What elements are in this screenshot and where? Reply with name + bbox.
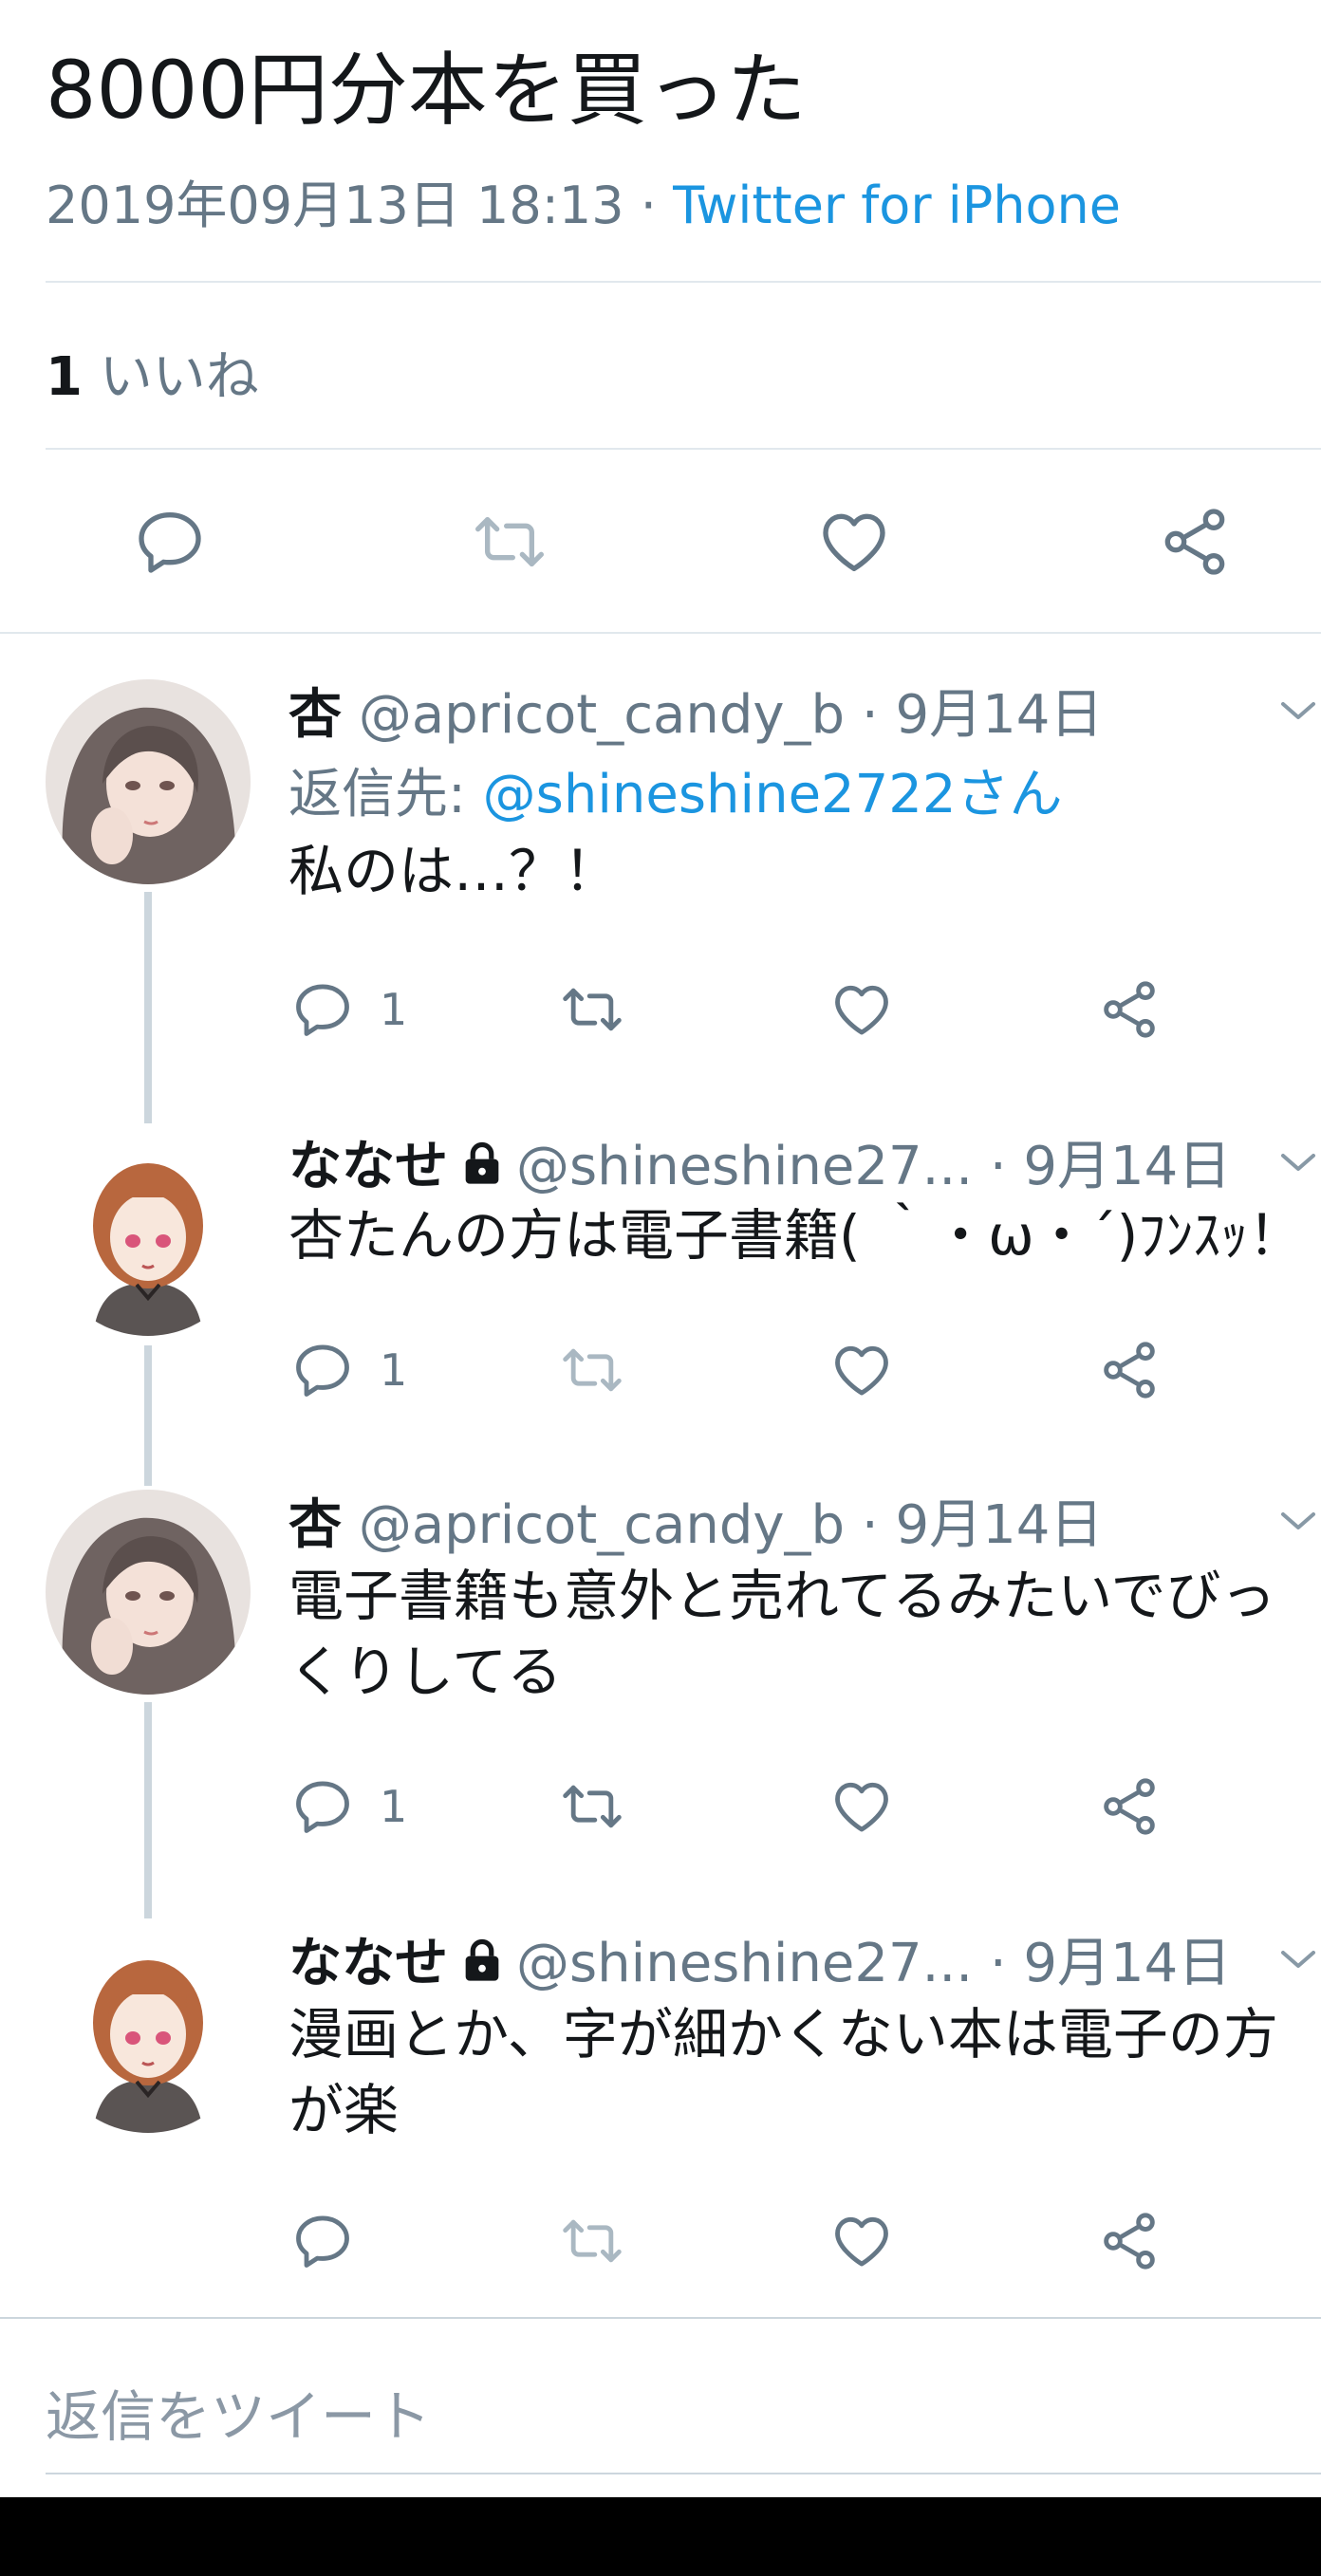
like-icon [835,2216,888,2267]
reply-date: · 9月14日 [845,684,1104,746]
like-icon [835,985,888,1035]
avatar-image [46,1928,251,2133]
reply-author-handle[interactable]: @shineshine27... [516,1933,973,1994]
tweet-timestamp: 2019年09月13日 18:13 [46,176,624,235]
like-button[interactable] [829,1769,894,1844]
chevron-down-icon[interactable] [1277,1507,1319,1535]
chevron-down-icon[interactable] [1277,1945,1319,1974]
lock-icon [457,1139,507,1201]
reply-header: ななせ @shineshine27... · 9月14日 [288,1920,1231,1998]
reply-count: 1 [380,984,408,1035]
retweet-button[interactable] [560,972,624,1047]
reply-author-name[interactable]: ななせ [288,1136,448,1197]
reply-header: 杏 @apricot_candy_b · 9月14日 [288,1482,1103,1559]
retweet-icon [563,1785,622,1828]
like-button[interactable] [829,1332,894,1408]
avatar[interactable] [46,1928,251,2133]
reply-author-name[interactable]: 杏 [288,684,342,746]
avatar-image [46,1131,251,1336]
reply-icon [296,1781,349,1833]
reply-text: 電子書籍も意外と売れてるみたいでびっくりしてる [288,1564,1276,1704]
avatar-image [46,1490,251,1695]
reply-date: · 9月14日 [973,1933,1232,1994]
like-icon [835,1782,888,1832]
chevron-down-icon[interactable] [1277,696,1319,725]
retweet-button[interactable] [560,1332,624,1408]
thread-line [144,892,152,1123]
chevron-down-icon[interactable] [1277,1148,1319,1177]
like-button[interactable] [829,972,894,1047]
avatar-image [46,679,251,884]
reply-text: 漫画とか、字が細かくない本は電子の方が楽 [288,2002,1278,2142]
divider [46,2473,1321,2474]
reply-icon [296,2215,349,2268]
retweet-icon [475,517,544,566]
reply-date: · 9月14日 [845,1494,1104,1556]
divider [0,2317,1321,2319]
reply-text: 私のは…？！ [288,839,620,903]
share-icon [1104,1342,1155,1399]
system-navigation-bar [0,2497,1321,2576]
lock-icon [457,1936,507,1998]
divider [46,281,1321,283]
reply-to-mention[interactable]: @shineshine2722さん [483,764,1063,825]
like-icon [835,1345,888,1396]
like-icon [823,513,885,571]
reply-author-handle[interactable]: @shineshine27... [516,1136,973,1197]
reply-icon [296,984,349,1036]
reply-author-name[interactable]: 杏 [288,1494,342,1556]
like-button[interactable] [811,499,897,584]
reply-count: 1 [380,1344,408,1396]
reply-button[interactable]: 1 [290,1332,407,1408]
share-button[interactable] [1097,1769,1162,1844]
retweet-button[interactable] [467,499,552,584]
tweet-meta: 2019年09月13日 18:13 · Twitter for iPhone [46,163,1121,238]
share-button[interactable] [1152,499,1237,584]
avatar[interactable] [46,1490,251,1695]
share-button[interactable] [1097,2203,1162,2279]
likes-count[interactable]: 1 いいね [46,334,259,411]
reply-button[interactable] [127,499,213,584]
divider [0,632,1321,634]
thread-line [144,1702,152,1918]
avatar[interactable] [46,679,251,884]
reply-to: 返信先: @shineshine2722さん [288,751,1063,828]
reply-header: 杏 @apricot_candy_b · 9月14日 [288,672,1103,749]
reply-date: · 9月14日 [973,1136,1232,1197]
reply-compose-input[interactable]: 返信をツイート [46,2372,431,2452]
reply-icon [296,1344,349,1397]
like-button[interactable] [829,2203,894,2279]
retweet-icon [563,988,622,1031]
divider [46,448,1321,450]
share-icon [1164,509,1225,575]
reply-button[interactable]: 1 [290,972,407,1047]
retweet-button[interactable] [560,2203,624,2279]
share-button[interactable] [1097,1332,1162,1408]
reply-author-handle[interactable]: @apricot_candy_b [359,684,845,746]
tweet-source-link[interactable]: Twitter for iPhone [673,176,1121,235]
retweet-icon [563,1348,622,1392]
like-count-label: いいね [82,346,259,408]
reply-header: ななせ @shineshine27... · 9月14日 [288,1123,1231,1201]
retweet-button[interactable] [560,1769,624,1844]
share-icon [1104,981,1155,1038]
reply-button[interactable] [290,2203,380,2279]
thread-line [144,1345,152,1486]
share-icon [1104,1778,1155,1835]
tweet-text: 8000円分本を買った [46,44,807,137]
share-icon [1104,2213,1155,2270]
reply-icon [139,512,201,573]
avatar[interactable] [46,1131,251,1336]
reply-text: 杏たんの方は電子書籍( ｀・ω・´)ﾌﾝｽｯ！ [288,1203,1304,1268]
share-button[interactable] [1097,972,1162,1047]
reply-author-handle[interactable]: @apricot_candy_b [359,1494,845,1556]
reply-button[interactable]: 1 [290,1769,407,1844]
reply-to-label: 返信先: [288,764,483,825]
retweet-icon [563,2219,622,2263]
reply-author-name[interactable]: ななせ [288,1933,448,1994]
meta-separator: · [623,176,674,235]
reply-count: 1 [380,1781,408,1832]
like-count-number: 1 [46,346,83,408]
